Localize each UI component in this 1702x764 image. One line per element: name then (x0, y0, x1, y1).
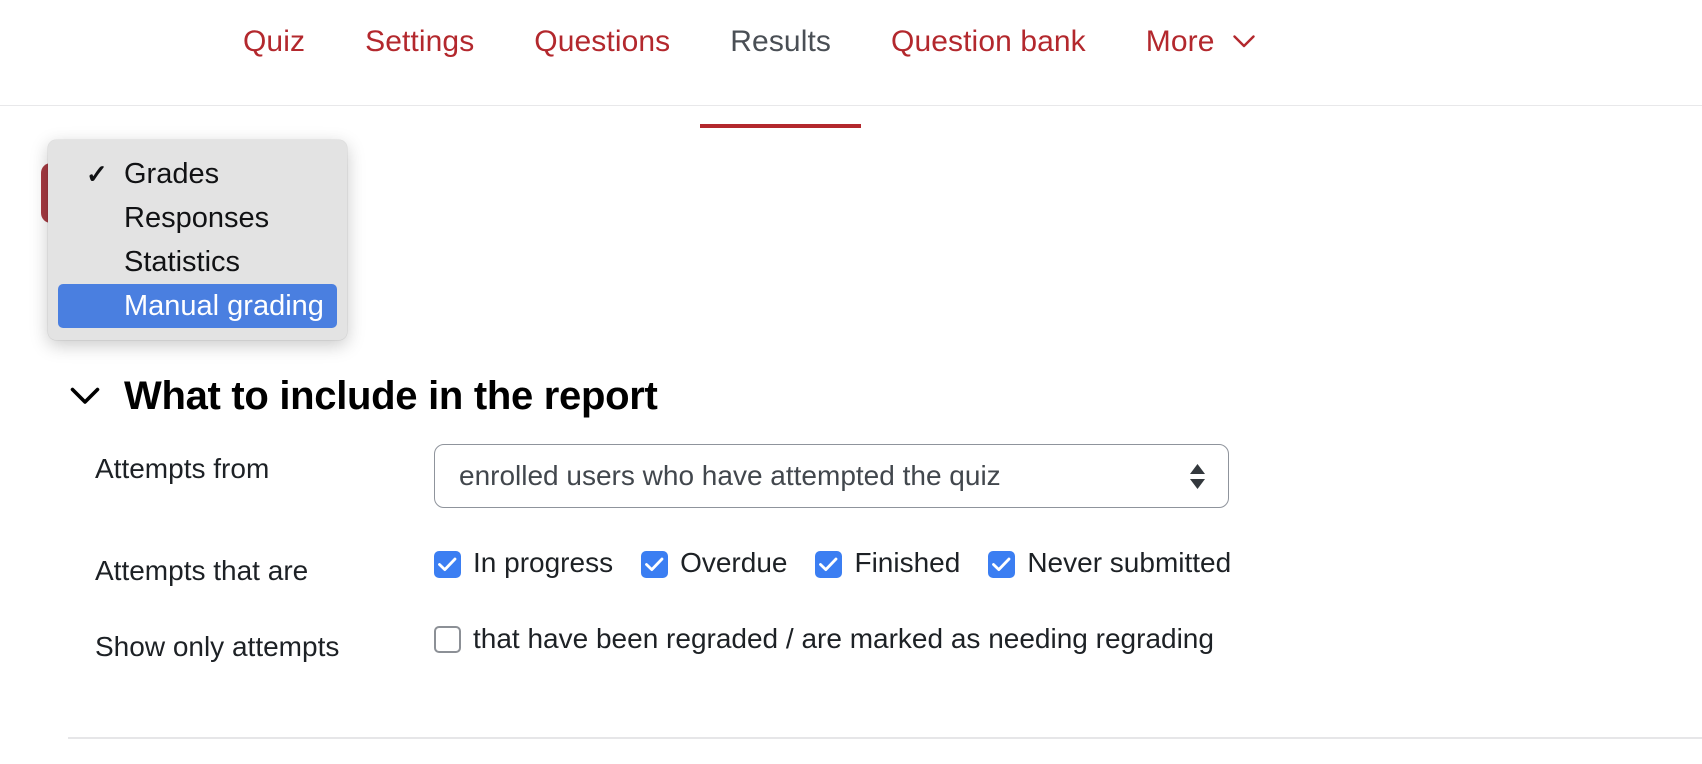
secondary-navigation-bar: Quiz Settings Questions Results Question… (0, 0, 1702, 128)
dropdown-option-manual-grading[interactable]: Manual grading (58, 284, 337, 328)
attempts-from-label: Attempts from (95, 453, 270, 484)
tab-more-label: More (1145, 25, 1215, 58)
report-type-dropdown-menu[interactable]: ✓ Grades Responses Statistics Manual gra… (48, 140, 347, 340)
tab-quiz[interactable]: Quiz (243, 0, 335, 60)
tab-more[interactable]: More (1116, 0, 1285, 60)
tab-questions[interactable]: Questions (504, 0, 700, 60)
dropdown-option-responses-label: Responses (124, 201, 270, 234)
dropdown-option-responses[interactable]: Responses (58, 196, 337, 240)
section-header: What to include in the report (0, 374, 1702, 418)
page-title: What to include in the report (124, 374, 658, 418)
checkmark-icon: ✓ (86, 159, 108, 189)
tab-question-bank[interactable]: Question bank (861, 0, 1116, 60)
checkbox-regraded[interactable]: that have been regraded / are marked as … (434, 622, 1702, 659)
checkbox-in-progress[interactable]: In progress (434, 546, 613, 583)
checkbox-unchecked-icon[interactable] (434, 626, 461, 654)
checkbox-overdue[interactable]: Overdue (641, 546, 787, 583)
checkbox-never-submitted[interactable]: Never submitted (988, 546, 1231, 583)
attempts-from-select[interactable]: enrolled users who have attempted the qu… (434, 444, 1229, 508)
checkbox-checked-icon[interactable] (815, 550, 843, 578)
checkbox-checked-icon[interactable] (641, 550, 669, 578)
show-only-attempts-field: that have been regraded / are marked as … (434, 622, 1702, 659)
tab-quiz-label: Quiz (243, 25, 306, 58)
dropdown-option-statistics-label: Statistics (124, 245, 241, 278)
form-row-show-only-attempts: Show only attempts that have been regrad… (0, 622, 1702, 664)
checkbox-checked-icon[interactable] (434, 550, 461, 578)
tab-list: Quiz Settings Questions Results Question… (0, 0, 1702, 128)
checkbox-checked-icon[interactable] (988, 550, 1016, 578)
checkbox-finished[interactable]: Finished (815, 546, 960, 583)
attempts-that-are-label: Attempts that are (95, 555, 309, 586)
checkbox-in-progress-label: In progress (473, 547, 614, 578)
dropdown-option-grades[interactable]: ✓ Grades (58, 152, 337, 196)
dropdown-option-manual-grading-label: Manual grading (124, 289, 324, 322)
attempts-that-are-field: In progress Overdue Finished Never submi… (434, 546, 1702, 583)
checkbox-overdue-label: Overdue (680, 547, 788, 578)
tab-settings-label: Settings (365, 25, 475, 58)
form-row-attempts-from: Attempts from enrolled users who have at… (0, 444, 1702, 508)
dropdown-option-grades-label: Grades (124, 157, 220, 190)
checkbox-never-submitted-label: Never submitted (1027, 547, 1232, 578)
checkbox-finished-label: Finished (854, 547, 961, 578)
dropdown-option-statistics[interactable]: Statistics (58, 240, 337, 284)
checkbox-regraded-label: that have been regraded / are marked as … (473, 622, 1214, 654)
chevron-down-icon[interactable] (68, 379, 102, 413)
tab-results-label: Results (730, 25, 832, 58)
show-only-attempts-label: Show only attempts (95, 630, 340, 662)
section-divider (68, 737, 1702, 739)
attempts-from-select-value: enrolled users who have attempted the qu… (459, 460, 1001, 491)
tab-settings[interactable]: Settings (335, 0, 504, 60)
chevron-down-icon (1233, 35, 1255, 48)
tab-questions-label: Questions (534, 25, 671, 58)
tab-question-bank-label: Question bank (891, 25, 1086, 58)
attempt-state-checkbox-group: In progress Overdue Finished Never submi… (434, 546, 1702, 583)
report-filter-form: Attempts from enrolled users who have at… (0, 444, 1702, 663)
attempts-from-field: enrolled users who have attempted the qu… (434, 444, 1702, 508)
form-row-attempts-that-are: Attempts that are In progress Overdue Fi… (0, 546, 1702, 588)
tab-results[interactable]: Results (700, 0, 861, 128)
up-down-arrows-icon (1189, 463, 1206, 489)
